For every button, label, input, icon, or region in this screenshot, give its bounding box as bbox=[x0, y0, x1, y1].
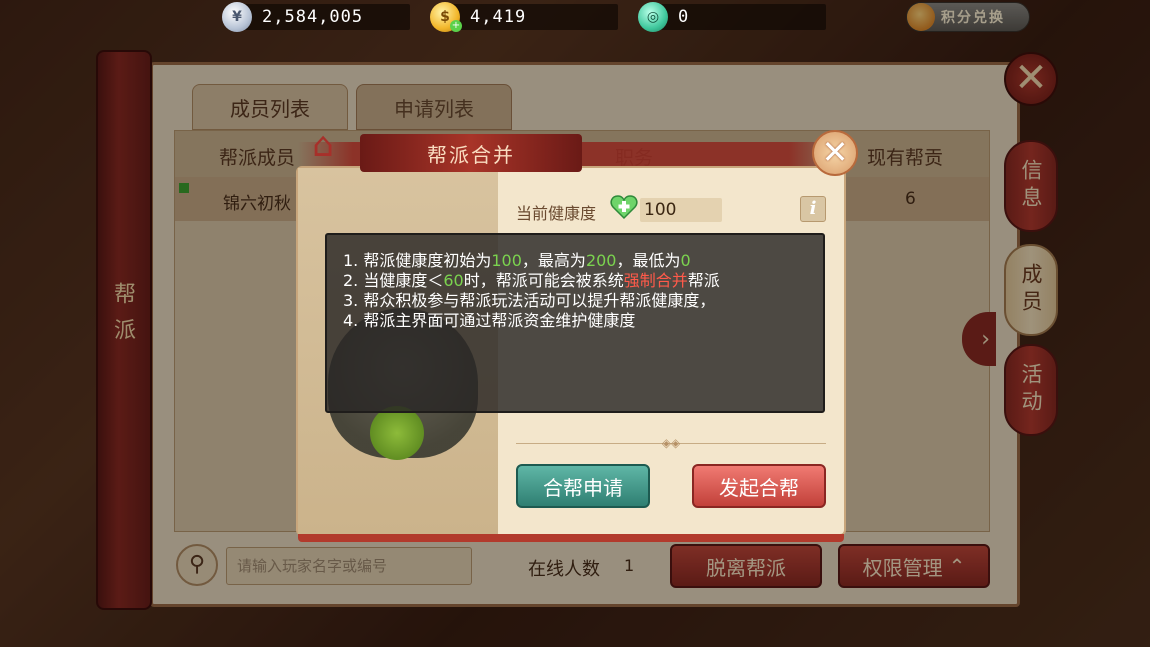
info-icon[interactable]: i bbox=[800, 196, 826, 222]
rule-text: 帮派 bbox=[687, 271, 720, 290]
silver-amount: 2,584,005 bbox=[262, 7, 364, 27]
rule-highlight-warning: 强制合并 bbox=[623, 271, 688, 290]
gold-amount: 4,419 bbox=[470, 7, 527, 27]
dialog-title: 帮派合并 bbox=[360, 134, 582, 172]
rule-text: ，最高为 bbox=[521, 251, 586, 270]
rule-text: 帮派健康度初始为 bbox=[363, 251, 492, 270]
character-ornament bbox=[370, 406, 424, 460]
rule-number: 4. bbox=[343, 311, 364, 330]
rule-text: ，最低为 bbox=[616, 251, 681, 270]
rule-text: 时，帮派可能会被系统 bbox=[463, 271, 624, 290]
close-dialog-icon[interactable]: ✕ bbox=[812, 130, 858, 176]
rule-line: 4. 帮派主界面可通过帮派资金维护健康度 bbox=[343, 311, 807, 331]
rule-line: 1. 帮派健康度初始为100，最高为200，最低为0 bbox=[343, 251, 807, 271]
jade-amount: 0 bbox=[678, 7, 690, 27]
jade-icon: ◎ bbox=[638, 2, 668, 32]
divider-ornament-icon: ◈◈ bbox=[661, 436, 681, 450]
rule-text: 帮派主界面可通过帮派资金维护健康度 bbox=[363, 311, 636, 330]
heart-icon bbox=[610, 195, 638, 220]
rule-highlight-value: 60 bbox=[443, 271, 464, 290]
initiate-merge-label: 发起合帮 bbox=[719, 475, 799, 500]
merge-rules-box: 1. 帮派健康度初始为100，最高为200，最低为0 2. 当健康度＜60时，帮… bbox=[325, 233, 825, 413]
health-label: 当前健康度 bbox=[516, 204, 597, 223]
pagoda-icon: ⌂ bbox=[312, 125, 334, 165]
apply-merge-label: 合帮申请 bbox=[543, 475, 623, 500]
rule-text: 当健康度＜ bbox=[363, 271, 444, 290]
rule-highlight-value: 0 bbox=[680, 251, 691, 270]
rule-highlight-value: 100 bbox=[491, 251, 522, 270]
apply-merge-button[interactable]: 合帮申请 bbox=[516, 464, 650, 508]
silver-coin-icon: ¥ bbox=[222, 2, 252, 32]
add-gold-icon[interactable]: + bbox=[450, 20, 462, 32]
rule-number: 3. bbox=[343, 291, 364, 310]
rule-line: 3. 帮众积极参与帮派玩法活动可以提升帮派健康度， bbox=[343, 291, 807, 311]
rule-highlight-value: 200 bbox=[585, 251, 617, 270]
rule-line: 2. 当健康度＜60时，帮派可能会被系统强制合并帮派 bbox=[343, 271, 807, 291]
health-value: 100 bbox=[644, 200, 677, 220]
rule-number: 2. bbox=[343, 271, 364, 290]
rule-number: 1. bbox=[343, 251, 364, 270]
rule-text: 帮众积极参与帮派玩法活动可以提升帮派健康度， bbox=[363, 291, 716, 310]
initiate-merge-button[interactable]: 发起合帮 bbox=[692, 464, 826, 508]
